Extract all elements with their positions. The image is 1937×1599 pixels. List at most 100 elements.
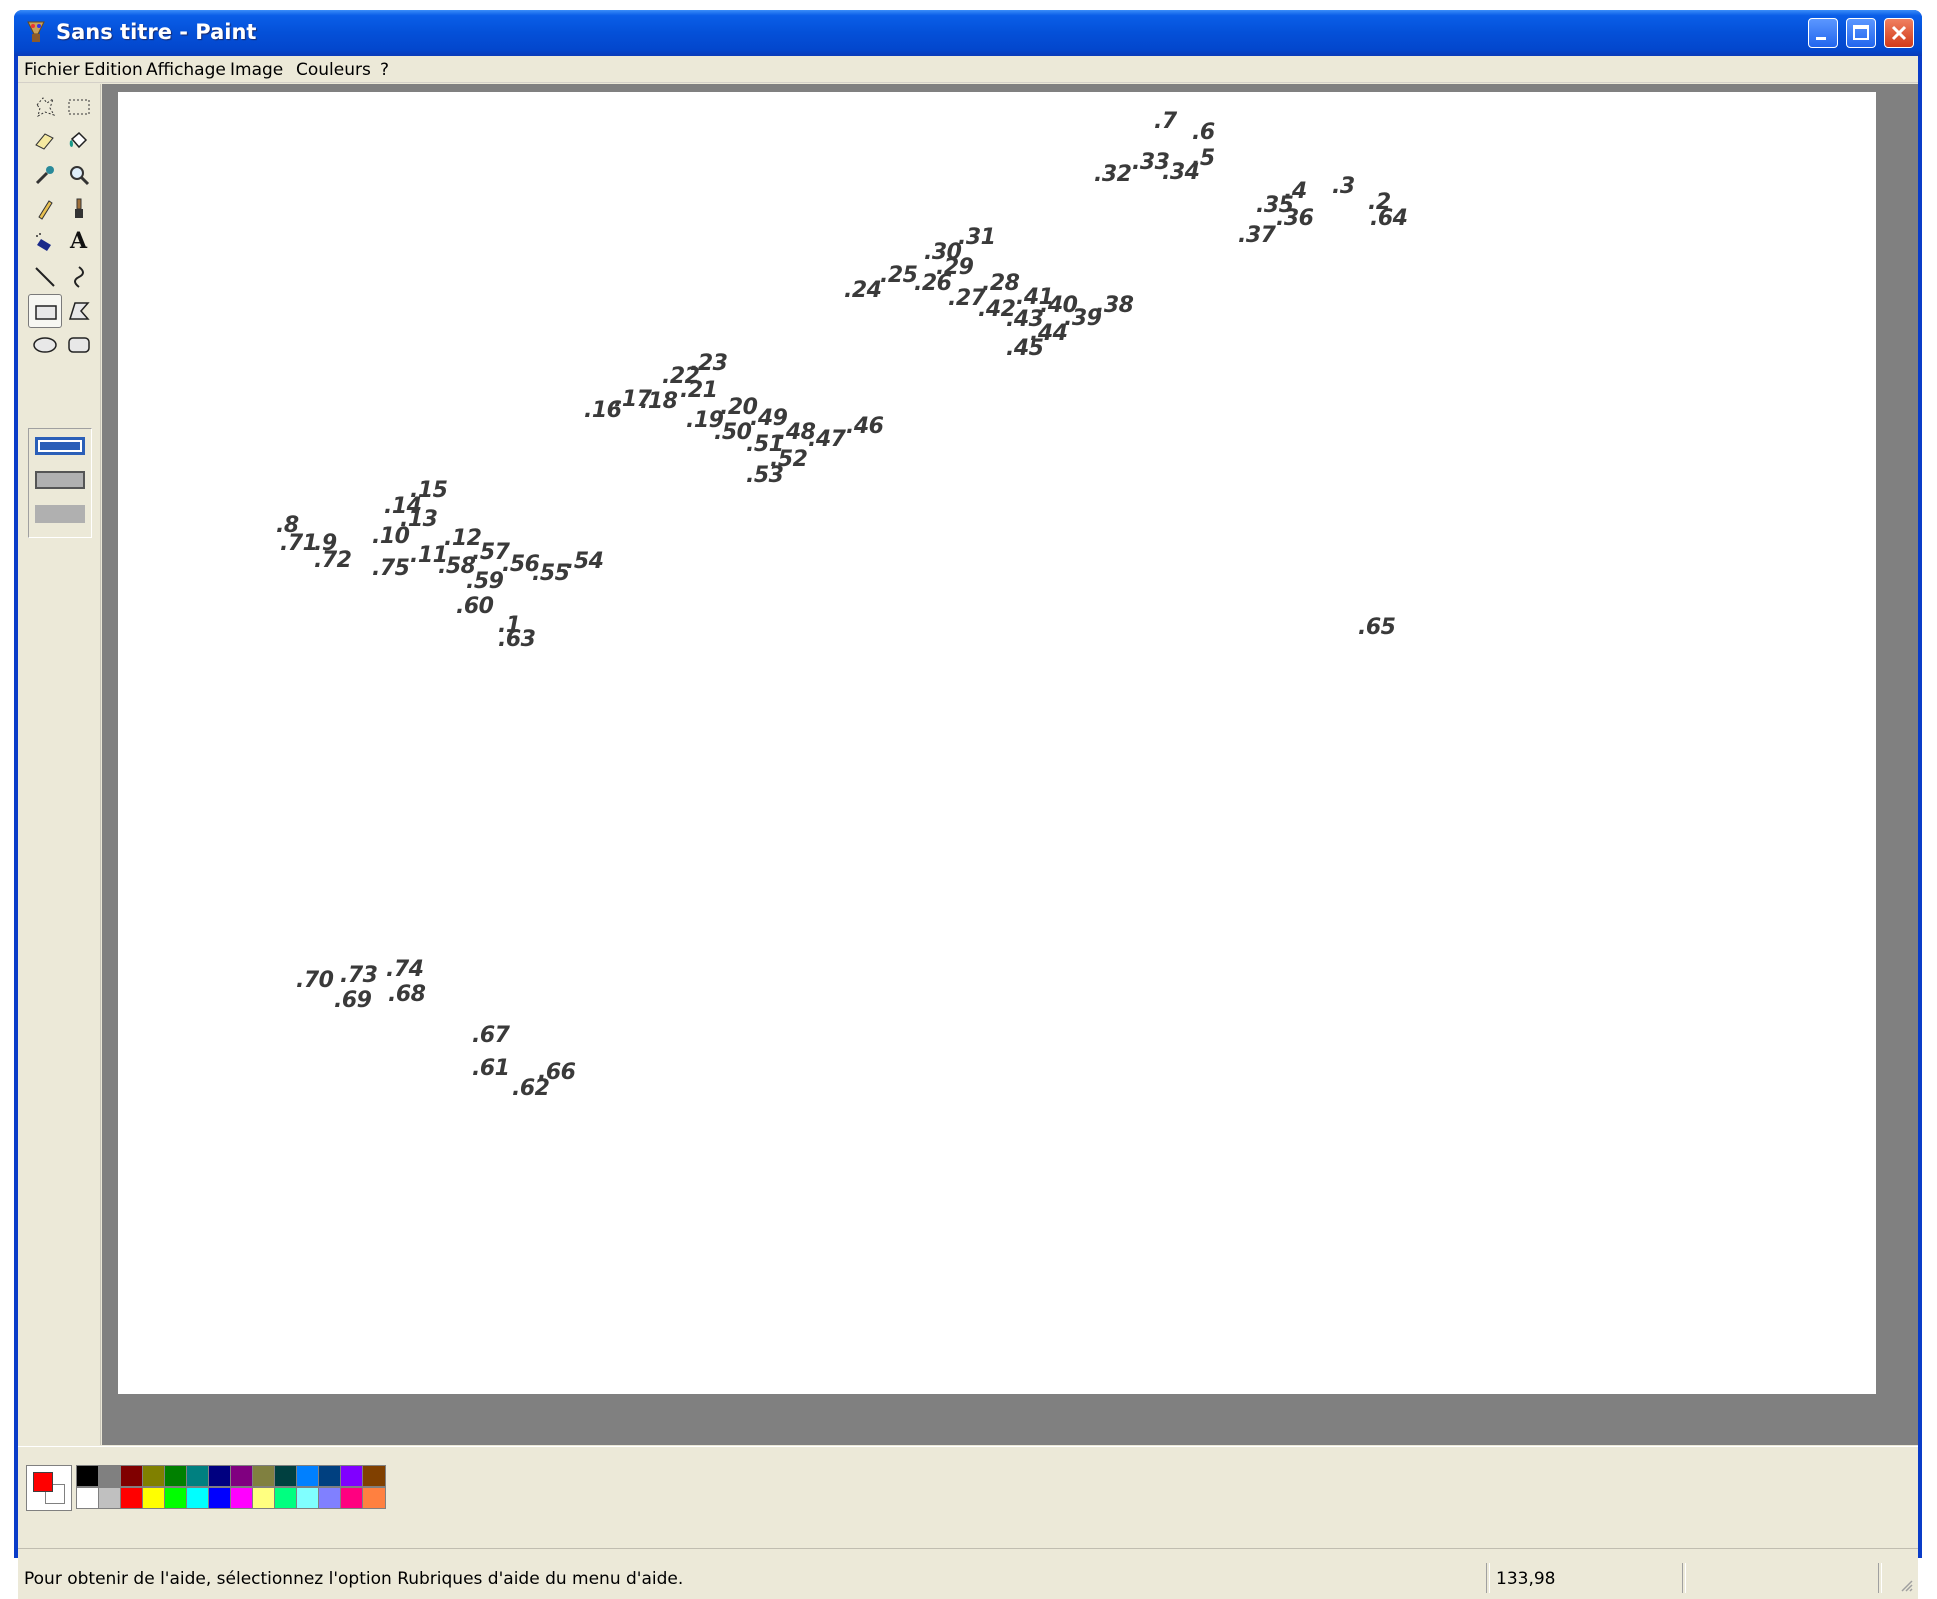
rect-select-icon	[68, 99, 90, 115]
canvas-dot-label: .31	[958, 225, 996, 250]
canvas-dot-label: .55	[532, 561, 570, 586]
curve-tool[interactable]	[62, 260, 96, 294]
minimize-icon	[1816, 37, 1826, 40]
palette-swatch[interactable]	[340, 1465, 364, 1487]
palette-swatch[interactable]	[230, 1465, 254, 1487]
palette-swatch[interactable]	[164, 1465, 188, 1487]
menu-fichier[interactable]: Fichier	[24, 60, 80, 80]
palette-swatch[interactable]	[98, 1487, 122, 1509]
status-bar: Pour obtenir de l'aide, sélectionnez l'o…	[18, 1548, 1918, 1599]
color-picker-tool[interactable]	[28, 158, 62, 192]
airbrush-tool[interactable]	[28, 226, 62, 260]
maximize-button[interactable]	[1846, 18, 1876, 48]
canvas-dot-label: .18	[640, 389, 678, 414]
canvas-dot-label: .21	[680, 378, 718, 403]
close-icon	[1891, 25, 1907, 41]
canvas-dot-label: .60	[456, 594, 494, 619]
minimize-button[interactable]	[1808, 18, 1838, 48]
palette-swatch[interactable]	[318, 1487, 342, 1509]
status-separator	[1682, 1563, 1686, 1593]
rounded-rect-tool[interactable]	[62, 328, 96, 362]
canvas-dot-label: .68	[388, 982, 426, 1007]
canvas-dot-label: .37	[1238, 223, 1276, 248]
palette-swatch[interactable]	[76, 1487, 100, 1509]
palette-swatch[interactable]	[252, 1465, 276, 1487]
resize-grip-icon[interactable]	[1898, 1577, 1914, 1593]
palette-swatch[interactable]	[120, 1465, 144, 1487]
rect-select-tool[interactable]	[62, 90, 96, 124]
color-palette	[18, 1446, 1918, 1549]
palette-swatch[interactable]	[252, 1487, 276, 1509]
polygon-tool[interactable]	[62, 294, 96, 328]
canvas-dot-label: .25	[880, 263, 918, 288]
drawing-canvas[interactable]: .7.6.32.33.34.5.4.3.35.36.2.64.37.31.30.…	[118, 92, 1876, 1394]
toolbox: A	[18, 84, 101, 1445]
option-outline-fill[interactable]	[35, 471, 85, 489]
rectangle-tool[interactable]	[28, 294, 62, 328]
ellipse-tool[interactable]	[28, 328, 62, 362]
menu-help[interactable]: ?	[380, 60, 389, 80]
palette-swatch[interactable]	[76, 1465, 100, 1487]
palette-swatch[interactable]	[164, 1487, 188, 1509]
paint-window: Sans titre - Paint Fichier Edition Affic…	[14, 10, 1922, 1599]
eraser-tool[interactable]	[28, 124, 62, 158]
palette-swatch[interactable]	[340, 1487, 364, 1509]
palette-swatch[interactable]	[274, 1487, 298, 1509]
magnifier-tool[interactable]	[62, 158, 96, 192]
canvas-dot-label: .3	[1332, 174, 1355, 199]
menu-bar: Fichier Edition Affichage Image Couleurs…	[18, 56, 1918, 83]
menu-edition[interactable]: Edition	[84, 60, 143, 80]
menu-couleurs[interactable]: Couleurs	[296, 60, 371, 80]
pencil-tool[interactable]	[28, 192, 62, 226]
palette-swatch[interactable]	[362, 1465, 386, 1487]
palette-swatch[interactable]	[318, 1465, 342, 1487]
palette-swatch[interactable]	[208, 1487, 232, 1509]
option-fill[interactable]	[35, 505, 85, 523]
option-outline[interactable]	[35, 437, 85, 455]
canvas-dot-label: .53	[746, 463, 784, 488]
brush-tool[interactable]	[62, 192, 96, 226]
canvas-dot-label: .45	[1006, 336, 1044, 361]
text-tool[interactable]: A	[62, 226, 96, 260]
palette-swatch[interactable]	[208, 1465, 232, 1487]
fill-style-options	[28, 428, 92, 538]
palette-swatch[interactable]	[274, 1465, 298, 1487]
fill-tool[interactable]	[62, 124, 96, 158]
free-form-select-tool[interactable]	[28, 90, 62, 124]
canvas-area[interactable]: .7.6.32.33.34.5.4.3.35.36.2.64.37.31.30.…	[102, 84, 1918, 1445]
canvas-dot-label: .70	[296, 968, 334, 993]
menu-image[interactable]: Image	[230, 60, 283, 80]
eraser-icon	[35, 133, 54, 150]
palette-swatch[interactable]	[186, 1487, 210, 1509]
palette-swatch[interactable]	[142, 1465, 166, 1487]
canvas-dot-label: .10	[372, 524, 410, 549]
fill-icon	[69, 131, 88, 149]
color-picker-icon	[35, 166, 54, 185]
palette-swatch[interactable]	[98, 1465, 122, 1487]
canvas-dot-label: .7	[1154, 109, 1177, 134]
status-separator	[1486, 1563, 1490, 1593]
palette-swatch[interactable]	[186, 1465, 210, 1487]
title-bar[interactable]: Sans titre - Paint	[14, 10, 1922, 56]
close-button[interactable]	[1884, 18, 1914, 48]
line-icon	[35, 267, 55, 287]
window-title: Sans titre - Paint	[56, 20, 257, 44]
palette-swatch[interactable]	[296, 1487, 320, 1509]
palette-swatch[interactable]	[362, 1487, 386, 1509]
canvas-dot-label: .67	[472, 1023, 510, 1048]
canvas-dot-label: .24	[844, 278, 882, 303]
palette-swatch[interactable]	[142, 1487, 166, 1509]
menu-affichage[interactable]: Affichage	[146, 60, 226, 80]
rounded-rect-icon	[68, 337, 90, 353]
magnifier-icon	[70, 166, 90, 186]
line-tool[interactable]	[28, 260, 62, 294]
canvas-dot-label: .26	[914, 271, 952, 296]
palette-swatch[interactable]	[120, 1487, 144, 1509]
canvas-dot-label: .47	[808, 427, 846, 452]
palette-swatch[interactable]	[296, 1465, 320, 1487]
canvas-dot-label: .46	[846, 414, 884, 439]
current-colors[interactable]	[26, 1465, 72, 1511]
canvas-dot-label: .32	[1094, 162, 1132, 187]
status-separator	[1878, 1563, 1882, 1593]
palette-swatch[interactable]	[230, 1487, 254, 1509]
